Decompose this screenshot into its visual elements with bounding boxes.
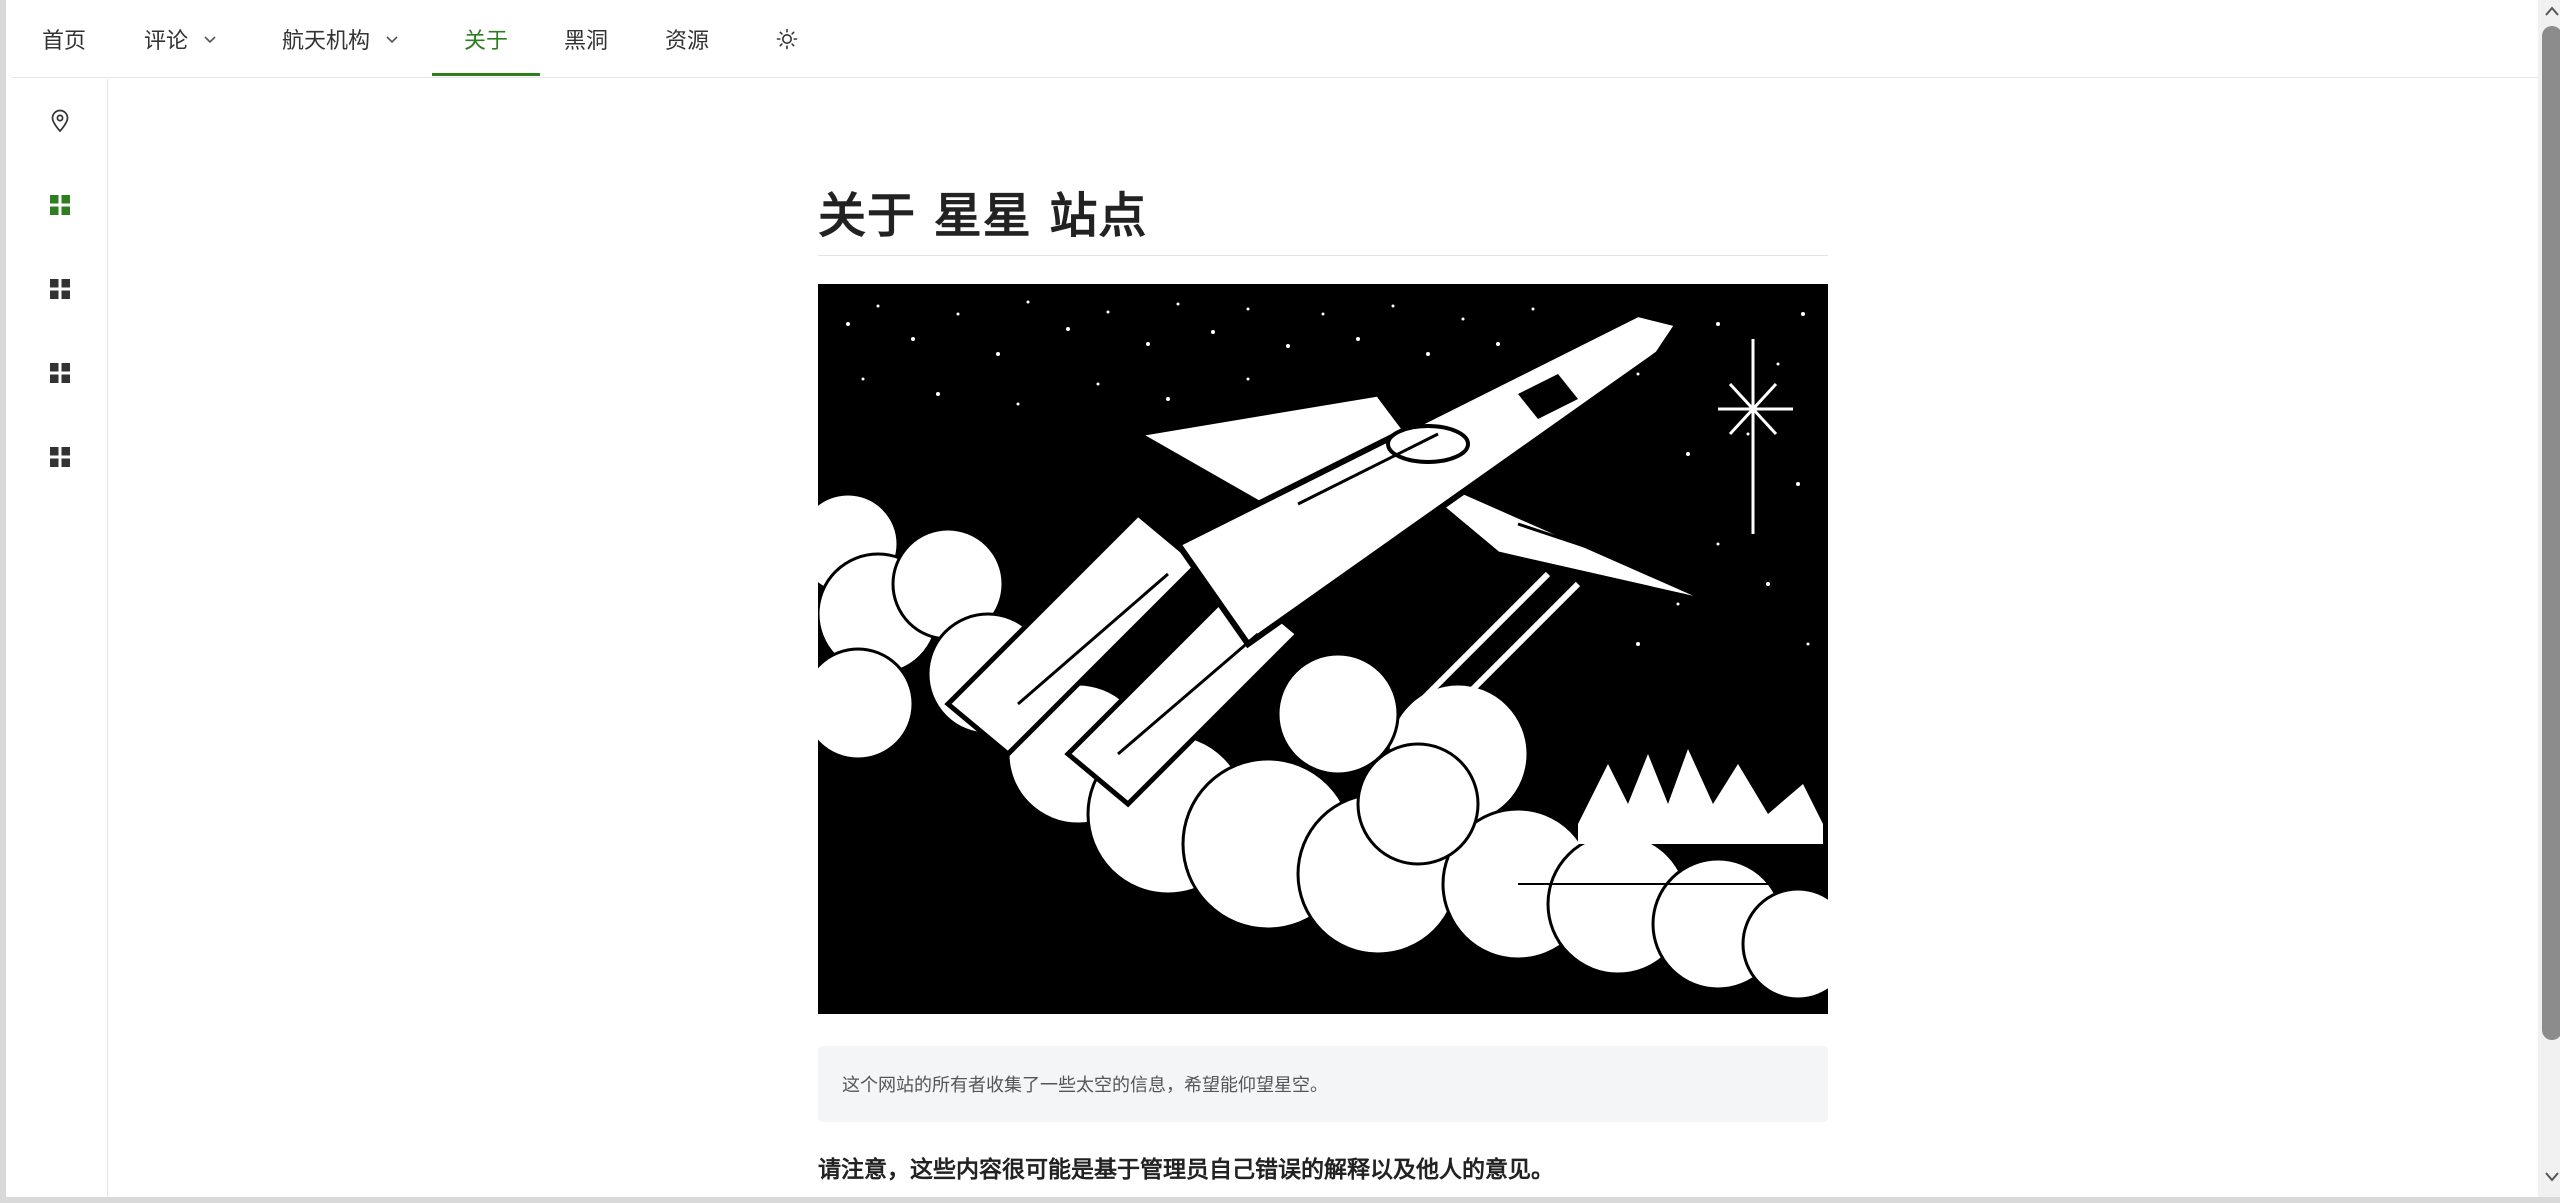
nav-item-space-agencies[interactable]: 航天机构 [282,0,400,78]
nav-item-black-holes[interactable]: 黑洞 [564,0,608,78]
sun-icon [776,28,798,50]
nav-item-label: 评论 [144,29,189,54]
nav-item-label: 资源 [665,29,710,54]
nav-item-about[interactable]: 关于 [464,0,508,78]
sidebar-rail [12,79,108,1197]
main-content: 关于 星星 站点 这个网站的所有者收集了一些太空的信息，希望能仰望星空。 请注意… [818,160,1828,1183]
grid-icon[interactable] [48,193,72,217]
scroll-down-arrow-icon[interactable] [2544,1170,2560,1184]
nav-item-label: 关于 [464,29,509,54]
page-title: 关于 星星 站点 [818,160,1828,256]
nav-item-label: 航天机构 [282,29,371,54]
quote-block: 这个网站的所有者收集了一些太空的信息，希望能仰望星空。 [818,1046,1828,1122]
browser-window: 首页 评论 航天机构 关于 黑洞 资源 关于 星星 站点 这个网站的所有者收集了… [0,0,2560,1203]
rocket-illustration [818,284,1828,1014]
nav-item-comments[interactable]: 评论 [144,0,218,78]
active-tab-indicator [432,73,540,76]
nav-item-home[interactable]: 首页 [42,0,86,78]
chevron-down-icon [204,36,216,44]
top-navigation: 首页 评论 航天机构 关于 黑洞 资源 [12,0,2538,78]
grid-icon[interactable] [48,277,72,301]
nav-item-label: 首页 [42,29,87,54]
grid-icon[interactable] [48,361,72,385]
chevron-down-icon [386,36,398,44]
nav-item-resources[interactable]: 资源 [665,0,709,78]
quote-text: 这个网站的所有者收集了一些太空的信息，希望能仰望星空。 [842,1075,1328,1096]
grid-icon[interactable] [48,445,72,469]
location-pin-icon[interactable] [48,109,72,133]
hero-image [818,284,1828,1014]
scroll-up-arrow-icon[interactable] [2544,4,2560,18]
nav-item-label: 黑洞 [564,29,609,54]
scrollbar-thumb[interactable] [2542,26,2560,1040]
theme-toggle-button[interactable] [776,0,798,78]
notice-text: 请注意，这些内容很可能是基于管理员自己错误的解释以及他人的意见。 [818,1157,1554,1183]
vertical-scrollbar[interactable] [2538,0,2560,1197]
